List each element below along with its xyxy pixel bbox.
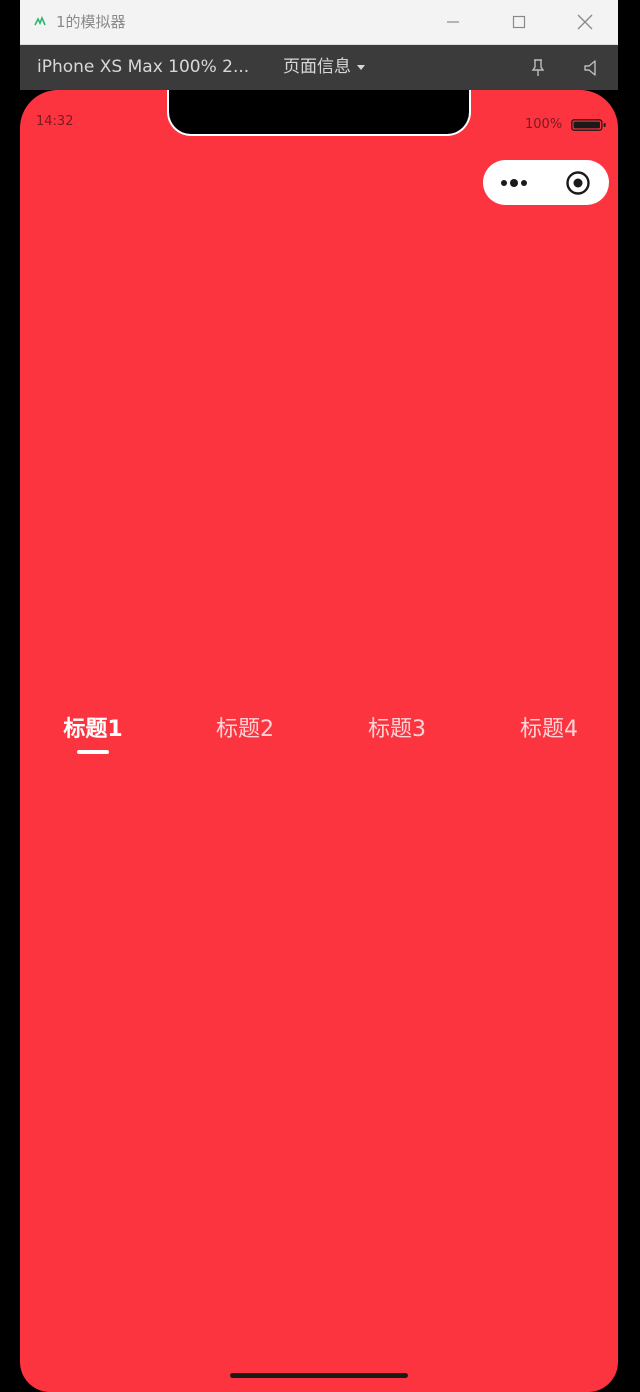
simulator-toolbar: iPhone XS Max 100% 2... 页面信息 [20, 45, 618, 90]
minimize-button[interactable] [438, 8, 468, 36]
simulator-window: 1的模拟器 iPhone XS Max 100% 2... 页面信息 14:32… [0, 0, 640, 1392]
target-circle-icon [565, 170, 590, 195]
capsule-more-button[interactable] [483, 160, 546, 205]
tab-label: 标题4 [520, 717, 578, 742]
tab-1[interactable]: 标题1 [33, 710, 153, 760]
tab-4[interactable]: 标题4 [489, 710, 609, 760]
capsule-close-button[interactable] [546, 160, 609, 205]
active-tab-indicator [77, 750, 109, 754]
tab-bar: 标题1 标题2 标题3 标题4 [20, 710, 618, 760]
tab-3[interactable]: 标题3 [337, 710, 457, 760]
tab-label: 标题1 [63, 717, 123, 742]
tab-label: 标题3 [368, 717, 426, 742]
maximize-icon [512, 15, 526, 29]
page-info-dropdown[interactable]: 页面信息 [283, 56, 365, 78]
home-indicator[interactable] [230, 1373, 408, 1378]
more-dots-icon [500, 178, 527, 187]
tab-2[interactable]: 标题2 [185, 710, 305, 760]
status-time: 14:32 [36, 114, 74, 129]
miniprogram-capsule [483, 160, 609, 205]
page-info-label: 页面信息 [283, 57, 351, 77]
phone-screen: 14:32 100% 标题1 标题2 标题3 标题4 [20, 90, 618, 1392]
device-selector[interactable]: iPhone XS Max 100% 2... [37, 56, 249, 78]
pin-icon[interactable] [527, 57, 549, 79]
close-icon [577, 14, 593, 30]
minimize-icon [447, 21, 459, 23]
status-battery-percent: 100% [525, 117, 563, 132]
app-icon [34, 16, 46, 26]
phone-notch [167, 90, 471, 136]
close-window-button[interactable] [570, 8, 600, 36]
battery-icon [571, 119, 606, 131]
window-titlebar: 1的模拟器 [20, 0, 618, 45]
maximize-button[interactable] [504, 8, 534, 36]
caret-down-icon [357, 64, 365, 70]
tab-label: 标题2 [216, 717, 274, 742]
window-title: 1的模拟器 [56, 13, 126, 31]
volume-icon[interactable] [581, 57, 603, 79]
